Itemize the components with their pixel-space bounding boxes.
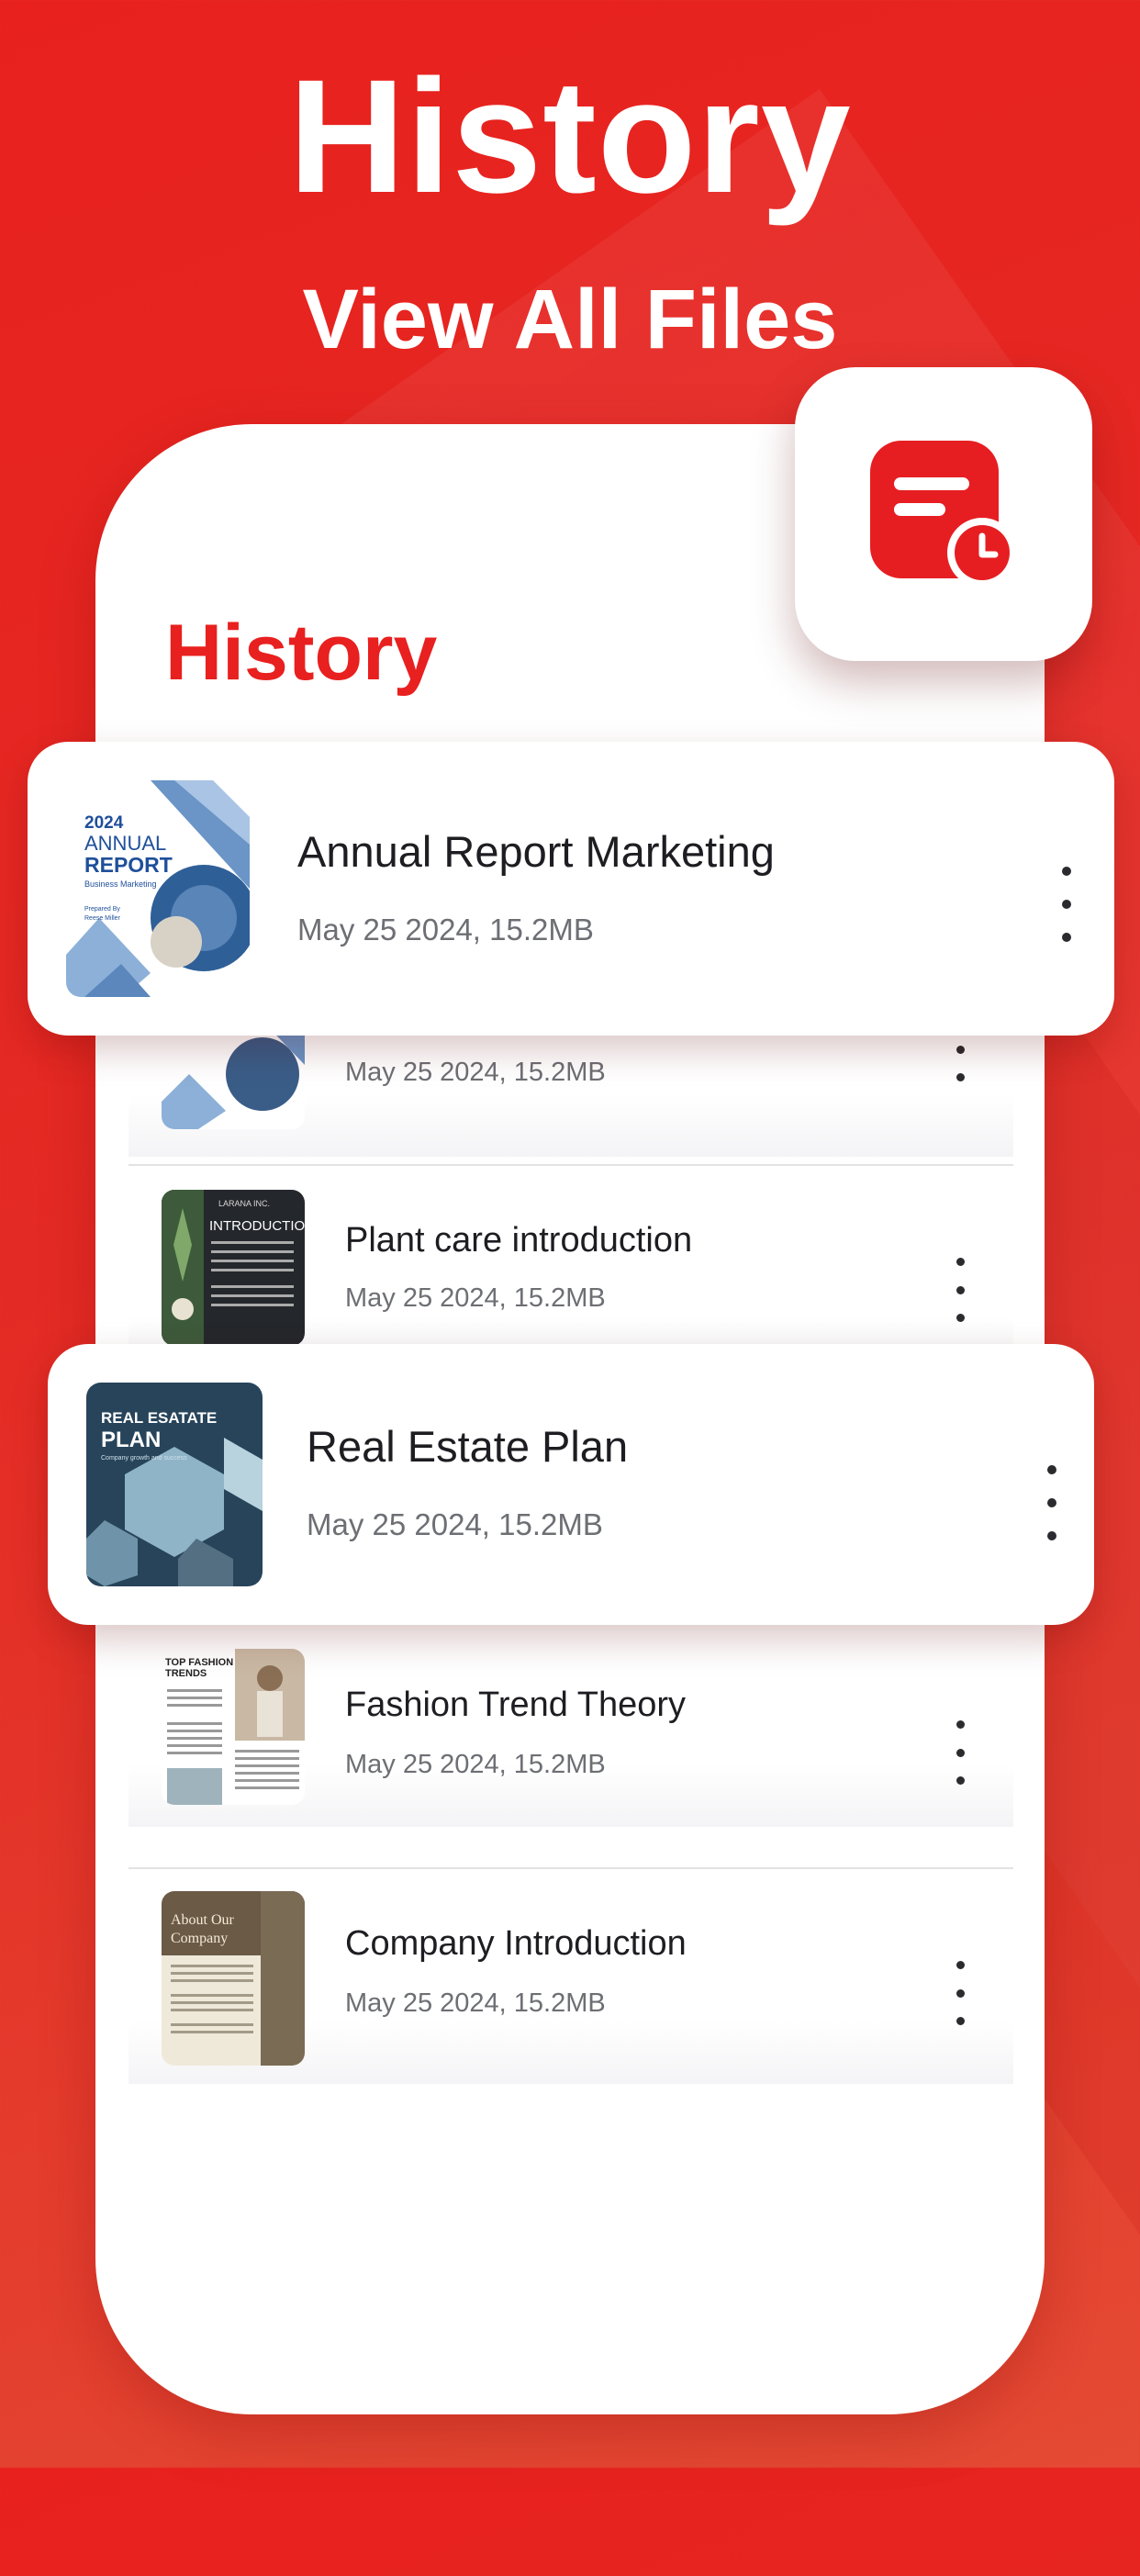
screen-title: History (165, 609, 438, 697)
file-meta: May 25 2024, 15.2MB (345, 1750, 606, 1779)
svg-text:TRENDS: TRENDS (165, 1668, 207, 1679)
highlighted-item-real-estate[interactable]: REAL ESATATE PLAN Company growth and suc… (48, 1344, 1094, 1625)
file-meta: May 25 2024, 15.2MB (307, 1507, 603, 1541)
svg-text:TOP FASHION: TOP FASHION (165, 1657, 233, 1668)
file-meta: May 25 2024, 15.2MB (345, 1058, 606, 1087)
list-divider (129, 1164, 1013, 1166)
promo-subtitle: View All Files (302, 273, 838, 366)
svg-text:About Our: About Our (171, 1912, 235, 1928)
list-item-fashion[interactable]: TOP FASHION TRENDS Fashion Trend Theory … (129, 1616, 1013, 1827)
more-options-icon[interactable] (951, 1720, 969, 1785)
file-name: Fashion Trend Theory (345, 1686, 687, 1724)
file-thumbnail: 2024 ANNUAL REPORT Business Marketing Pr… (66, 780, 250, 997)
svg-text:PLAN: PLAN (101, 1428, 161, 1452)
list-divider (129, 1867, 1013, 1869)
file-meta: May 25 2024, 15.2MB (345, 1988, 606, 2018)
svg-text:Prepared By: Prepared By (84, 906, 120, 913)
history-document-clock-icon (870, 441, 1017, 588)
file-meta: May 25 2024, 15.2MB (297, 913, 594, 946)
svg-text:Company: Company (171, 1931, 228, 1946)
more-options-icon[interactable] (951, 1961, 969, 2025)
file-name: Company Introduction (345, 1924, 687, 1963)
svg-text:Company growth and success: Company growth and success (101, 1455, 187, 1462)
file-name: Annual Report Marketing (297, 827, 775, 876)
svg-text:REAL ESATATE: REAL ESATATE (101, 1409, 217, 1427)
file-thumbnail: REAL ESATATE PLAN Company growth and suc… (86, 1383, 263, 1586)
highlighted-item-annual-report[interactable]: 2024 ANNUAL REPORT Business Marketing Pr… (28, 742, 1114, 1036)
file-name: Plant care introduction (345, 1221, 693, 1260)
file-meta: May 25 2024, 15.2MB (345, 1283, 606, 1313)
svg-text:ANNUAL: ANNUAL (84, 832, 166, 855)
more-options-icon[interactable] (1057, 867, 1076, 942)
list-item-company[interactable]: About Our Company Company Introduction M… (129, 1873, 1013, 2084)
more-options-icon[interactable] (951, 1258, 969, 1322)
svg-text:INTRODUCTION: INTRODUCTION (209, 1218, 305, 1234)
svg-text:Business Marketing: Business Marketing (84, 879, 157, 889)
history-feature-badge (795, 367, 1092, 661)
svg-text:REPORT: REPORT (84, 853, 173, 877)
file-thumbnail: LARANA INC. INTRODUCTION (162, 1190, 305, 1346)
promo-title: History (288, 47, 852, 227)
more-options-icon[interactable] (1043, 1465, 1061, 1540)
file-thumbnail: TOP FASHION TRENDS (162, 1649, 305, 1805)
file-name: Real Estate Plan (307, 1422, 629, 1471)
file-thumbnail: About Our Company (162, 1891, 305, 2066)
svg-text:Reese Miller: Reese Miller (84, 915, 121, 922)
svg-text:LARANA INC.: LARANA INC. (218, 1199, 270, 1208)
svg-text:2024: 2024 (84, 813, 124, 833)
